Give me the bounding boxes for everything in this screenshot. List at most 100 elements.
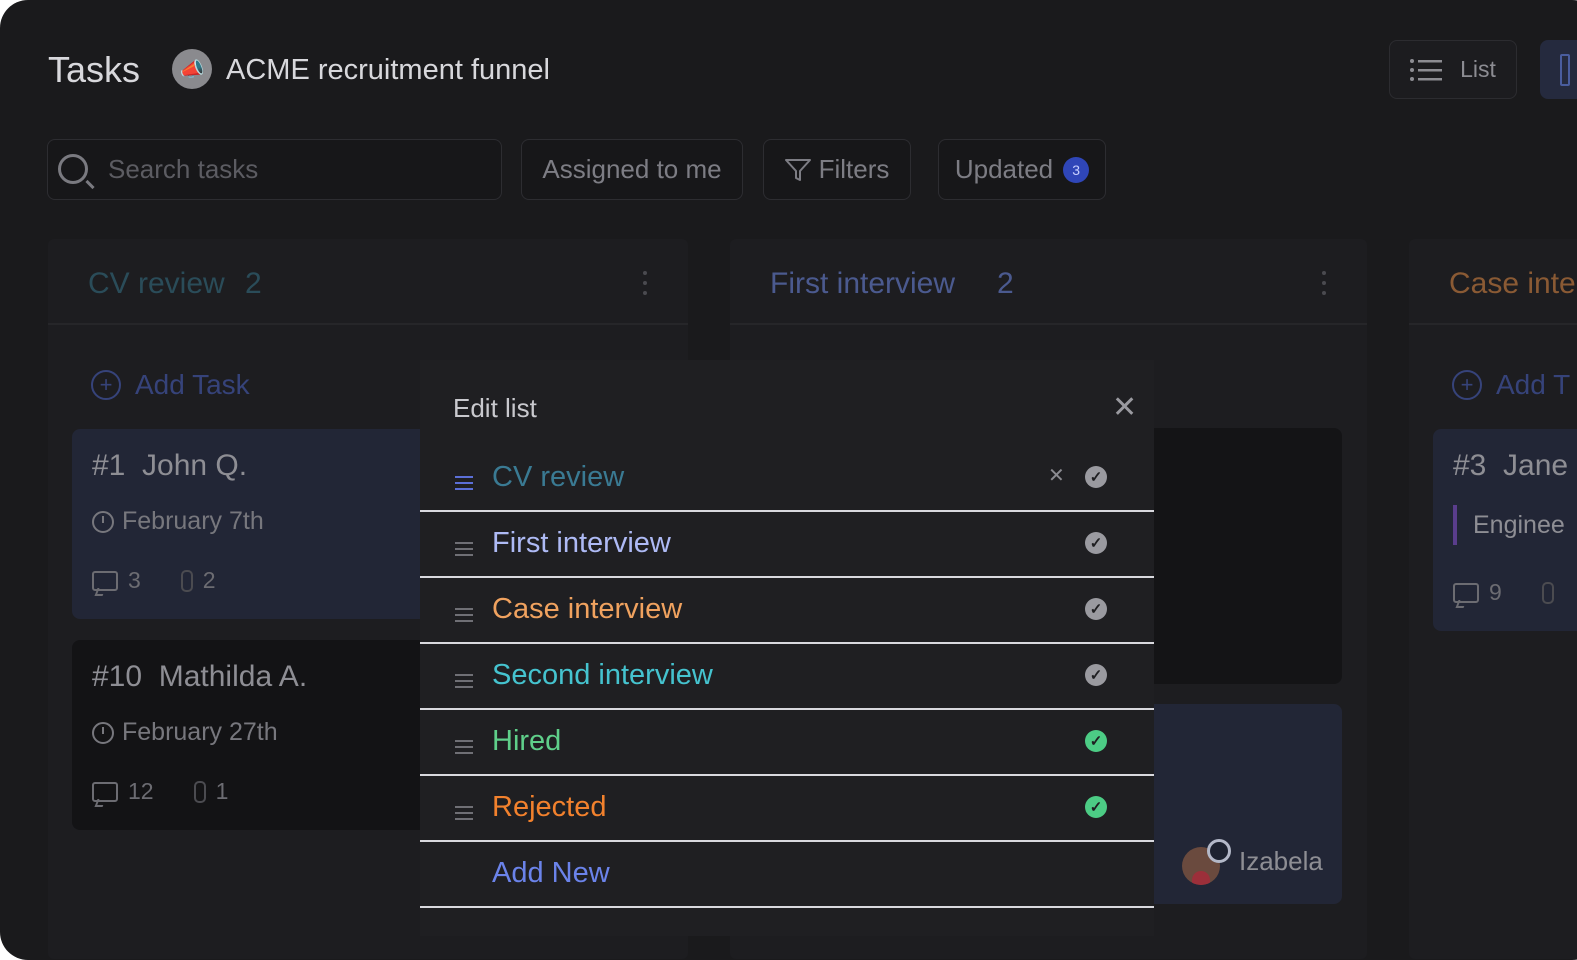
column-title: Case inte bbox=[1449, 267, 1576, 300]
card-meta: 3 2 bbox=[92, 567, 216, 594]
updated-count-badge: 3 bbox=[1063, 156, 1090, 183]
card-meta: 12 1 bbox=[92, 778, 228, 805]
list-item-second-interview[interactable]: Second interview ✓ bbox=[420, 644, 1154, 710]
assignee-name: Izabela bbox=[1239, 846, 1323, 876]
check-circle-icon[interactable]: ✓ bbox=[1085, 598, 1107, 620]
add-task-label: Add T bbox=[1496, 369, 1571, 400]
check-circle-icon[interactable]: ✓ bbox=[1085, 796, 1107, 818]
list-item-label[interactable]: Case interview bbox=[492, 591, 682, 627]
add-new-row[interactable]: Add New bbox=[420, 842, 1154, 908]
list-item-rejected[interactable]: Rejected ✓ bbox=[420, 776, 1154, 842]
filters-label: Filters bbox=[818, 154, 890, 184]
more-options-icon[interactable] bbox=[1322, 271, 1326, 295]
drag-handle-icon[interactable] bbox=[455, 542, 473, 560]
view-list-label: List bbox=[1460, 56, 1496, 82]
list-item-label[interactable]: CV review bbox=[492, 459, 624, 495]
card-tag: Enginee bbox=[1453, 505, 1565, 545]
add-task-button[interactable]: + Add T bbox=[1452, 369, 1570, 401]
card-number: #3 bbox=[1453, 449, 1487, 482]
column-count: 2 bbox=[245, 267, 262, 300]
more-options-icon[interactable] bbox=[643, 271, 647, 295]
search-input[interactable]: Search tasks bbox=[47, 139, 502, 200]
paperclip-icon bbox=[180, 569, 193, 592]
close-icon[interactable]: ✕ bbox=[1112, 393, 1137, 423]
task-card[interactable]: #3 Jane Enginee 9 bbox=[1433, 429, 1577, 631]
attachment-count: 2 bbox=[202, 567, 216, 593]
assigned-to-me-button[interactable]: Assigned to me bbox=[521, 139, 743, 200]
drag-handle-icon[interactable] bbox=[455, 674, 473, 692]
add-task-label: Add Task bbox=[135, 369, 250, 400]
updated-button[interactable]: Updated 3 bbox=[938, 139, 1106, 200]
card-name: Mathilda A. bbox=[158, 660, 308, 693]
task-card[interactable]: #10 Mathilda A. February 27th 12 1 bbox=[72, 640, 452, 830]
task-card[interactable]: #1 John Q. February 7th 3 2 bbox=[72, 429, 452, 619]
clock-icon bbox=[92, 510, 114, 533]
project-name[interactable]: ACME recruitment funnel bbox=[226, 52, 550, 88]
updated-label: Updated bbox=[954, 154, 1054, 184]
filter-icon bbox=[784, 158, 811, 181]
list-item-label[interactable]: Second interview bbox=[492, 657, 713, 693]
column-header: Case inte bbox=[1409, 239, 1577, 325]
app-window: Tasks 📣 ACME recruitment funnel List Sea… bbox=[0, 0, 1577, 960]
list-item-label[interactable]: First interview bbox=[492, 525, 671, 561]
column-header: CV review 2 bbox=[48, 239, 688, 325]
search-placeholder: Search tasks bbox=[108, 154, 259, 184]
attachment-count: 1 bbox=[215, 778, 229, 804]
card-title: #1 John Q. bbox=[92, 449, 247, 483]
view-board-button[interactable] bbox=[1540, 40, 1577, 99]
card-number: #10 bbox=[92, 660, 143, 693]
check-circle-icon[interactable]: ✓ bbox=[1085, 730, 1107, 752]
page-title: Tasks bbox=[48, 49, 141, 90]
plus-circle-icon: + bbox=[1452, 370, 1482, 400]
edit-list-modal: Edit list ✕ CV review ✕ ✓ First intervie… bbox=[420, 360, 1154, 936]
comment-count: 3 bbox=[128, 567, 141, 593]
drag-handle-icon[interactable] bbox=[455, 608, 473, 626]
column-title: First interview bbox=[770, 267, 956, 300]
card-meta: 9 bbox=[1453, 579, 1554, 606]
drag-handle-icon[interactable] bbox=[455, 476, 473, 494]
comment-icon bbox=[92, 781, 118, 802]
column-count: 2 bbox=[997, 267, 1014, 300]
search-icon bbox=[58, 154, 88, 184]
card-date-text: February 27th bbox=[122, 718, 278, 746]
column-header: First interview 2 bbox=[730, 239, 1367, 325]
list-item-label[interactable]: Hired bbox=[492, 723, 561, 759]
comment-count: 9 bbox=[1489, 579, 1502, 605]
check-circle-icon[interactable]: ✓ bbox=[1085, 664, 1107, 686]
list-item-cv-review[interactable]: CV review ✕ ✓ bbox=[420, 446, 1154, 512]
drag-handle-icon[interactable] bbox=[455, 740, 473, 758]
comment-count: 12 bbox=[128, 778, 154, 804]
column-title: CV review bbox=[88, 267, 225, 300]
card-number: #1 bbox=[92, 449, 126, 482]
filters-button[interactable]: Filters bbox=[763, 139, 911, 200]
check-circle-icon[interactable]: ✓ bbox=[1085, 466, 1107, 488]
check-circle-icon[interactable]: ✓ bbox=[1085, 532, 1107, 554]
card-title: #10 Mathilda A. bbox=[92, 660, 307, 694]
drag-handle-icon[interactable] bbox=[455, 806, 473, 824]
view-list-button[interactable]: List bbox=[1389, 40, 1517, 99]
delete-icon[interactable]: ✕ bbox=[1048, 463, 1065, 488]
list-item-hired[interactable]: Hired ✓ bbox=[420, 710, 1154, 776]
comment-icon bbox=[92, 570, 118, 591]
card-title: #3 Jane bbox=[1453, 449, 1568, 483]
avatar-status-ring bbox=[1207, 839, 1231, 863]
paperclip-icon bbox=[1541, 581, 1554, 604]
add-new-button[interactable]: Add New bbox=[492, 855, 610, 891]
list-item-label[interactable]: Rejected bbox=[492, 789, 606, 825]
modal-title: Edit list bbox=[453, 393, 537, 423]
board-column-case-interview: Case inte + Add T #3 Jane Enginee 9 bbox=[1409, 239, 1577, 959]
card-name: Jane bbox=[1503, 449, 1569, 482]
card-due-date: February 7th bbox=[92, 507, 264, 536]
paperclip-icon bbox=[193, 780, 206, 803]
list-item-case-interview[interactable]: Case interview ✓ bbox=[420, 578, 1154, 644]
card-name: John Q. bbox=[142, 449, 248, 482]
card-due-date: February 27th bbox=[92, 718, 278, 747]
board-icon bbox=[1560, 54, 1570, 86]
add-task-button[interactable]: + Add Task bbox=[91, 369, 250, 401]
comment-icon bbox=[1453, 582, 1479, 603]
plus-circle-icon: + bbox=[91, 370, 121, 400]
list-icon bbox=[1410, 58, 1443, 81]
megaphone-icon: 📣 bbox=[172, 49, 212, 89]
list-item-first-interview[interactable]: First interview ✓ bbox=[420, 512, 1154, 578]
clock-icon bbox=[92, 721, 114, 744]
